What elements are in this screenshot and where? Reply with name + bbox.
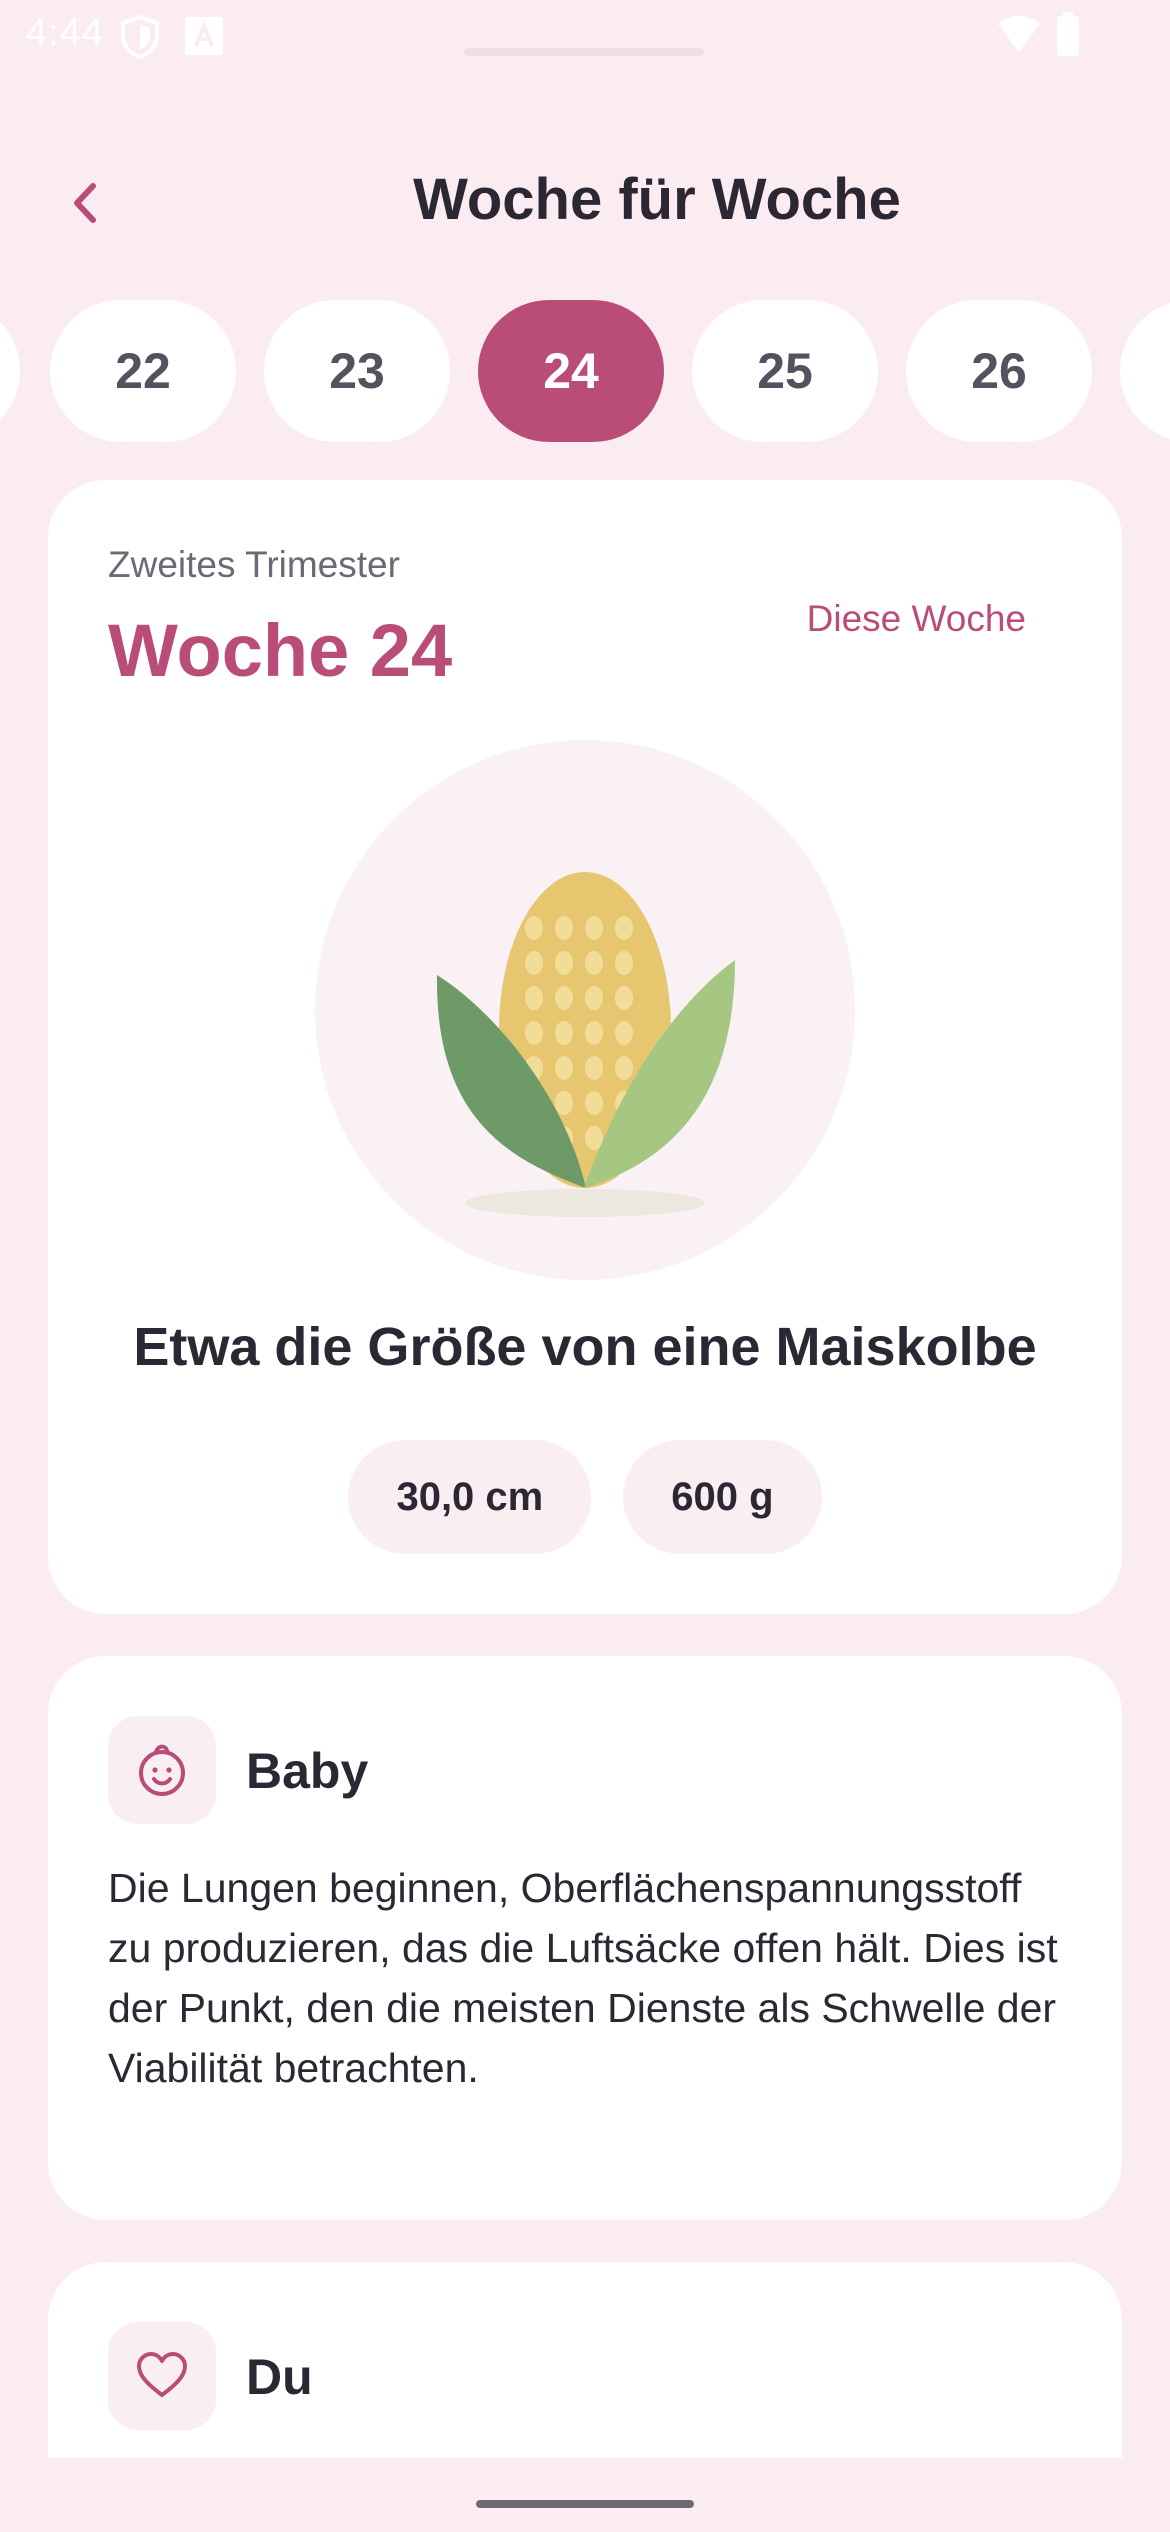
this-week-link[interactable]: Diese Woche xyxy=(807,598,1026,640)
measurement-chips: 30,0 cm 600 g xyxy=(48,1440,1122,1554)
baby-face-icon xyxy=(139,1744,185,1796)
week-pill-partial-right[interactable] xyxy=(1120,300,1170,442)
length-chip: 30,0 cm xyxy=(348,1440,592,1554)
fruit-illustration xyxy=(315,740,855,1280)
week-pill-22[interactable]: 22 xyxy=(50,300,236,442)
status-time: 4:44 xyxy=(26,12,104,54)
navigation-bar-area xyxy=(0,2458,1170,2532)
page-title: Woche für Woche xyxy=(413,167,901,232)
baby-section-body: Die Lungen beginnen, Oberflächenspannung… xyxy=(108,1865,1058,2091)
baby-section-title: Baby xyxy=(246,1743,369,1799)
weight-chip: 600 g xyxy=(623,1440,822,1554)
heart-icon-badge xyxy=(108,2322,216,2430)
week-selector: 22 23 24 25 26 xyxy=(0,300,1170,442)
wifi-icon xyxy=(998,15,1040,52)
top-drag-handle xyxy=(464,48,704,56)
header: Woche für Woche xyxy=(0,166,1170,246)
week-pill-26[interactable]: 26 xyxy=(906,300,1092,442)
status-bar: 4:44 xyxy=(0,0,1170,72)
week-by-week-screen: 4:44 Woche für Woche 22 23 24 25 26 Zwei… xyxy=(0,0,1170,2532)
heart-icon xyxy=(137,2352,187,2397)
week-heading: Woche 24 xyxy=(108,609,453,692)
baby-section-card: Baby Die Lungen beginnen, Oberflächenspa… xyxy=(48,1656,1122,2220)
home-indicator[interactable] xyxy=(476,2500,694,2508)
du-section-title: Du xyxy=(246,2349,313,2405)
size-comparison-text: Etwa die Größe von eine Maiskolbe xyxy=(133,1317,1037,1377)
baby-icon-badge xyxy=(108,1716,216,1824)
text-a-icon xyxy=(185,17,223,55)
corn-icon xyxy=(436,872,735,1217)
week-pill-partial-left[interactable] xyxy=(0,300,20,442)
trimester-label: Zweites Trimester xyxy=(108,544,400,585)
week-summary-card: Zweites Trimester Woche 24 Diese Woche E… xyxy=(48,480,1122,1614)
week-pill-24-selected[interactable]: 24 xyxy=(478,300,664,442)
shield-icon xyxy=(121,14,159,60)
week-pill-23[interactable]: 23 xyxy=(264,300,450,442)
week-pill-25[interactable]: 25 xyxy=(692,300,878,442)
battery-icon xyxy=(1057,12,1079,56)
